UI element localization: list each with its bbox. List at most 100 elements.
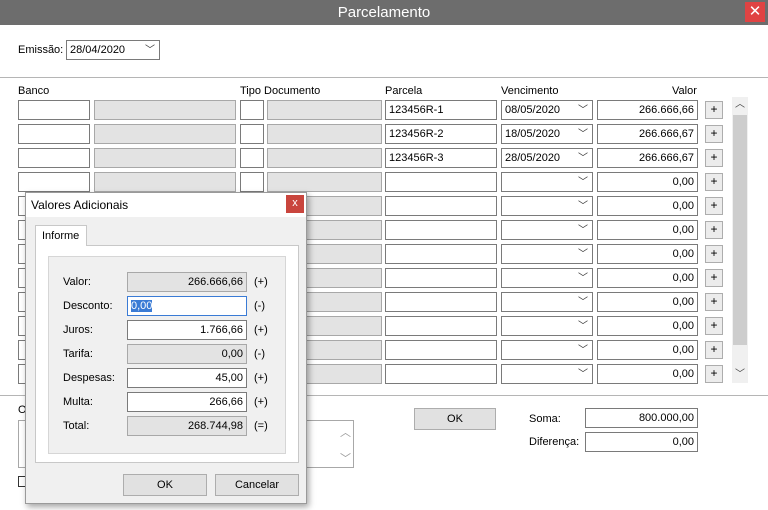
dialog-field-label: Multa: xyxy=(63,396,93,408)
add-additional-values-button[interactable]: + xyxy=(705,197,723,215)
parcela-field[interactable] xyxy=(385,316,497,336)
chevron-down-icon: ﹀ xyxy=(578,129,588,140)
dialog-field-label: Total: xyxy=(63,420,90,432)
vencimento-date-picker[interactable]: ﹀ xyxy=(501,340,593,360)
valor-field[interactable]: 266.666,67 xyxy=(597,148,698,168)
add-additional-values-button[interactable]: + xyxy=(705,317,723,335)
vencimento-date-picker[interactable]: ﹀ xyxy=(501,364,593,384)
dialog-field-input[interactable]: 45,00 xyxy=(127,368,247,388)
add-additional-values-button[interactable]: + xyxy=(705,269,723,287)
dialog-close-icon[interactable]: x xyxy=(286,195,304,213)
chevron-down-icon: ﹀ xyxy=(578,297,588,308)
window-title: Parcelamento xyxy=(337,4,431,21)
tipo-code-field[interactable] xyxy=(240,100,264,120)
header-divider xyxy=(0,77,768,78)
vencimento-date-picker[interactable]: ﹀ xyxy=(501,316,593,336)
valor-field[interactable]: 0,00 xyxy=(597,364,698,384)
add-additional-values-button[interactable]: + xyxy=(705,365,723,383)
dialog-field-sign: (+) xyxy=(254,372,268,384)
valor-field[interactable]: 0,00 xyxy=(597,196,698,216)
add-additional-values-button[interactable]: + xyxy=(705,149,723,167)
parcela-field[interactable] xyxy=(385,196,497,216)
vencimento-date-picker[interactable]: ﹀ xyxy=(501,220,593,240)
add-additional-values-button[interactable]: + xyxy=(705,341,723,359)
tab-informe[interactable]: Informe xyxy=(35,225,87,246)
dialog-field-input: 268.744,98 xyxy=(127,416,247,436)
vencimento-value: 28/05/2020 xyxy=(505,152,561,164)
memo-scroll-up-icon[interactable]: ︿ xyxy=(340,424,351,440)
vencimento-date-picker[interactable]: 08/05/2020 ﹀ xyxy=(501,100,593,120)
dialog-field-label: Desconto: xyxy=(63,300,113,312)
parcela-field[interactable] xyxy=(385,172,497,192)
valor-field[interactable]: 0,00 xyxy=(597,292,698,312)
dialog-cancel-button[interactable]: Cancelar xyxy=(215,474,299,496)
add-additional-values-button[interactable]: + xyxy=(705,101,723,119)
valor-field[interactable]: 0,00 xyxy=(597,340,698,360)
parcela-field[interactable] xyxy=(385,268,497,288)
add-additional-values-button[interactable]: + xyxy=(705,245,723,263)
banco-code-field[interactable] xyxy=(18,148,90,168)
scroll-down-icon[interactable]: ﹀ xyxy=(732,367,748,383)
emissao-date-picker[interactable]: 28/04/2020 ﹀ xyxy=(66,40,160,60)
dialog-field-input[interactable]: 1.766,66 xyxy=(127,320,247,340)
vencimento-date-picker[interactable]: ﹀ xyxy=(501,292,593,312)
parcela-field[interactable] xyxy=(385,340,497,360)
vencimento-date-picker[interactable]: ﹀ xyxy=(501,172,593,192)
parcela-field[interactable]: 123456R-2 xyxy=(385,124,497,144)
parcela-field[interactable] xyxy=(385,292,497,312)
window-titlebar: Parcelamento ✕ xyxy=(0,0,768,25)
tipo-code-field[interactable] xyxy=(240,148,264,168)
tipo-code-field[interactable] xyxy=(240,172,264,192)
add-additional-values-button[interactable]: + xyxy=(705,125,723,143)
dialog-field-label: Juros: xyxy=(63,324,93,336)
add-additional-values-button[interactable]: + xyxy=(705,293,723,311)
chevron-down-icon: ﹀ xyxy=(578,225,588,236)
tipo-documento-field xyxy=(267,172,382,192)
valor-field[interactable]: 266.666,66 xyxy=(597,100,698,120)
scroll-up-icon[interactable]: ︿ xyxy=(732,97,748,113)
parcela-field[interactable]: 123456R-3 xyxy=(385,148,497,168)
dialog-fields-group: Valor: 266.666,66 (+) Desconto: 0,00 (-) Juros… xyxy=(48,256,286,454)
close-icon[interactable]: ✕ xyxy=(745,2,765,22)
diferenca-label: Diferença: xyxy=(529,436,580,448)
vencimento-date-picker[interactable]: 28/05/2020 ﹀ xyxy=(501,148,593,168)
banco-code-field[interactable] xyxy=(18,100,90,120)
banco-name-field xyxy=(94,172,236,192)
dialog-field-label: Despesas: xyxy=(63,372,115,384)
valor-field[interactable]: 0,00 xyxy=(597,316,698,336)
valor-field[interactable]: 0,00 xyxy=(597,172,698,192)
chevron-down-icon: ﹀ xyxy=(578,153,588,164)
dialog-ok-button[interactable]: OK xyxy=(123,474,207,496)
ok-button[interactable]: OK xyxy=(414,408,496,430)
parcela-field[interactable] xyxy=(385,220,497,240)
dialog-field-input[interactable]: 266,66 xyxy=(127,392,247,412)
banco-name-field xyxy=(94,100,236,120)
add-additional-values-button[interactable]: + xyxy=(705,221,723,239)
chevron-down-icon: ﹀ xyxy=(578,345,588,356)
tipo-code-field[interactable] xyxy=(240,124,264,144)
scrollbar-thumb[interactable] xyxy=(733,115,747,345)
chevron-down-icon: ﹀ xyxy=(578,249,588,260)
dialog-field-label: Tarifa: xyxy=(63,348,93,360)
valor-field[interactable]: 0,00 xyxy=(597,268,698,288)
grid-scrollbar[interactable]: ︿ ﹀ xyxy=(732,97,748,383)
parcela-field[interactable] xyxy=(385,244,497,264)
vencimento-date-picker[interactable]: ﹀ xyxy=(501,196,593,216)
banco-code-field[interactable] xyxy=(18,172,90,192)
vencimento-date-picker[interactable]: 18/05/2020 ﹀ xyxy=(501,124,593,144)
vencimento-date-picker[interactable]: ﹀ xyxy=(501,244,593,264)
dialog-field-input: 266.666,66 xyxy=(127,272,247,292)
parcela-field[interactable]: 123456R-1 xyxy=(385,100,497,120)
memo-scroll-down-icon[interactable]: ﹀ xyxy=(340,450,351,466)
valor-field[interactable]: 0,00 xyxy=(597,220,698,240)
diferenca-value: 0,00 xyxy=(585,432,698,452)
vencimento-date-picker[interactable]: ﹀ xyxy=(501,268,593,288)
banco-code-field[interactable] xyxy=(18,124,90,144)
chevron-down-icon: ﹀ xyxy=(578,177,588,188)
emissao-label: Emissão: xyxy=(18,44,64,56)
add-additional-values-button[interactable]: + xyxy=(705,173,723,191)
parcela-field[interactable] xyxy=(385,364,497,384)
valor-field[interactable]: 0,00 xyxy=(597,244,698,264)
dialog-field-input[interactable]: 0,00 xyxy=(127,296,247,316)
valor-field[interactable]: 266.666,67 xyxy=(597,124,698,144)
